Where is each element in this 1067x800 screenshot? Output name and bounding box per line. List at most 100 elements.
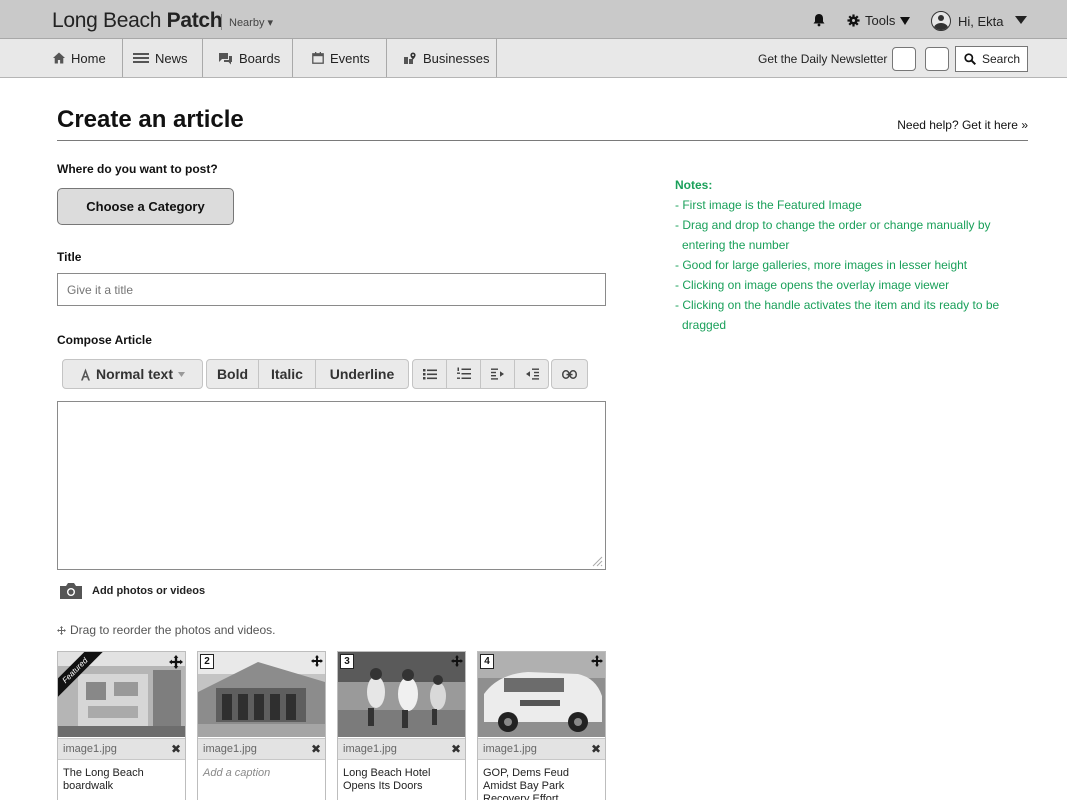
thumbnail-image[interactable]: 2 bbox=[198, 652, 325, 737]
nav-boards[interactable]: Boards bbox=[203, 39, 293, 77]
gallery-item[interactable]: 4 image1.jpg ✖ GOP, Dems Feud Amidst Bay … bbox=[477, 651, 606, 800]
title-input[interactable] bbox=[57, 273, 606, 306]
remove-icon[interactable]: ✖ bbox=[171, 742, 181, 756]
caption-field[interactable]: Add a caption bbox=[203, 767, 321, 780]
remove-icon[interactable]: ✖ bbox=[311, 742, 321, 756]
search-button[interactable]: Search bbox=[955, 46, 1028, 72]
nav-label: Businesses bbox=[423, 50, 490, 66]
thumbnail-image[interactable]: Featured bbox=[58, 652, 185, 737]
remove-icon[interactable]: ✖ bbox=[451, 742, 461, 756]
add-media-label: Add photos or videos bbox=[92, 585, 206, 597]
link-icon bbox=[562, 369, 577, 379]
caret-down-icon bbox=[900, 16, 911, 25]
text-style-dropdown[interactable]: Normal text bbox=[63, 360, 202, 388]
reorder-hint-text: Drag to reorder the photos and videos. bbox=[70, 623, 276, 637]
resize-grip-icon[interactable] bbox=[591, 555, 603, 567]
reorder-hint: Drag to reorder the photos and videos. bbox=[57, 623, 275, 637]
move-icon bbox=[57, 625, 66, 635]
link-group bbox=[551, 359, 588, 389]
tools-menu[interactable]: Tools bbox=[847, 13, 911, 28]
search-icon bbox=[964, 53, 976, 65]
bullet-list-icon bbox=[422, 369, 437, 380]
bullet-list-button[interactable] bbox=[413, 360, 447, 388]
nav-label: News bbox=[155, 50, 188, 66]
user-greeting: Hi, Ekta bbox=[958, 13, 1004, 29]
caption-field[interactable]: Long Beach Hotel Opens Its Doors bbox=[343, 767, 461, 793]
camera-icon bbox=[60, 583, 82, 599]
thumbnail-image[interactable]: 4 bbox=[478, 652, 605, 737]
outdent-icon bbox=[490, 368, 504, 380]
social-button-2[interactable] bbox=[925, 47, 949, 71]
order-number[interactable]: 2 bbox=[200, 654, 214, 669]
thumbnail-image[interactable]: 3 bbox=[338, 652, 465, 737]
user-menu[interactable]: Hi, Ekta bbox=[931, 11, 1004, 31]
drag-handle-icon[interactable] bbox=[169, 655, 183, 669]
nav-label: Events bbox=[330, 50, 370, 66]
site-logo[interactable]: Long Beach Patch bbox=[52, 9, 223, 33]
add-media-button[interactable]: Add photos or videos bbox=[59, 582, 205, 600]
nav-businesses[interactable]: Businesses bbox=[387, 39, 497, 77]
bold-button[interactable]: Bold bbox=[207, 360, 259, 388]
nav-home[interactable]: Home bbox=[0, 39, 123, 77]
title-label: Title bbox=[57, 250, 82, 264]
list-group bbox=[412, 359, 549, 389]
newsletter-link[interactable]: Get the Daily Newsletter bbox=[758, 52, 887, 66]
underline-button[interactable]: Underline bbox=[316, 360, 408, 388]
gallery-item[interactable]: 2 image1.jpg ✖ Add a caption bbox=[197, 651, 326, 800]
compose-label: Compose Article bbox=[57, 333, 152, 347]
numbered-list-icon bbox=[456, 367, 471, 379]
file-name-text: image1.jpg bbox=[483, 743, 537, 755]
menu-lines-icon bbox=[133, 53, 149, 63]
chat-bubbles-icon bbox=[219, 52, 232, 64]
category-question: Where do you want to post? bbox=[57, 162, 218, 176]
nav-events[interactable]: Events bbox=[293, 39, 387, 77]
format-group: Bold Italic Underline bbox=[206, 359, 409, 389]
file-name-text: image1.jpg bbox=[63, 743, 117, 755]
nav-news[interactable]: News bbox=[123, 39, 203, 77]
file-name: image1.jpg ✖ bbox=[198, 738, 325, 760]
italic-button[interactable]: Italic bbox=[259, 360, 316, 388]
drag-handle-icon[interactable] bbox=[451, 655, 463, 667]
main-nav: Home News Boards Events Businesses Get t… bbox=[0, 39, 1067, 78]
outdent-button[interactable] bbox=[481, 360, 515, 388]
user-caret-icon[interactable] bbox=[1015, 16, 1027, 24]
order-number[interactable]: 3 bbox=[340, 654, 354, 669]
map-pin-icon bbox=[404, 52, 416, 64]
indent-button[interactable] bbox=[515, 360, 548, 388]
nearby-dropdown[interactable]: Nearby ▾ bbox=[229, 16, 273, 29]
brand-bold: Patch bbox=[166, 9, 223, 32]
article-body-editor[interactable] bbox=[57, 401, 606, 570]
drag-handle-icon[interactable] bbox=[311, 655, 323, 667]
brand-divider bbox=[221, 14, 222, 30]
home-icon bbox=[53, 52, 65, 64]
notes-title: Notes: bbox=[675, 178, 713, 192]
gallery-item[interactable]: Featured image1.jpg ✖ The Long Beach boar… bbox=[57, 651, 186, 800]
file-name: image1.jpg ✖ bbox=[478, 738, 605, 760]
note-item: - Clicking on image opens the overlay im… bbox=[675, 278, 950, 292]
nav-label: Boards bbox=[239, 50, 281, 66]
caption-field[interactable]: GOP, Dems Feud Amidst Bay Park Recovery … bbox=[483, 767, 601, 800]
choose-category-button[interactable]: Choose a Category bbox=[57, 188, 234, 225]
remove-icon[interactable]: ✖ bbox=[591, 742, 601, 756]
top-bar: Long Beach Patch Nearby ▾ Tools Hi, Ekta bbox=[0, 0, 1067, 39]
help-link[interactable]: Need help? Get it here » bbox=[897, 118, 1028, 132]
note-item: - Drag and drop to change the order or c… bbox=[675, 218, 991, 252]
order-number[interactable]: 4 bbox=[480, 654, 494, 669]
search-label: Search bbox=[982, 52, 1021, 66]
avatar-icon bbox=[931, 11, 951, 31]
text-style-label: Normal text bbox=[95, 366, 174, 382]
file-name: image1.jpg ✖ bbox=[338, 738, 465, 760]
numbered-list-button[interactable] bbox=[447, 360, 481, 388]
drag-handle-icon[interactable] bbox=[591, 655, 603, 667]
social-button-1[interactable] bbox=[892, 47, 916, 71]
file-name: image1.jpg ✖ bbox=[58, 738, 185, 760]
insert-link-button[interactable] bbox=[552, 360, 587, 388]
caption-field[interactable]: The Long Beach boardwalk bbox=[63, 767, 181, 793]
text-style-group: Normal text bbox=[62, 359, 203, 389]
notification-bell-icon[interactable] bbox=[812, 13, 826, 27]
brand-light: Long Beach bbox=[52, 9, 167, 32]
gallery-item[interactable]: 3 image1.jpg ✖ Long Beach Hotel Opens Its… bbox=[337, 651, 466, 800]
notes-panel: Notes: - First image is the Featured Ima… bbox=[675, 175, 1025, 335]
tools-label: Tools bbox=[865, 13, 896, 28]
note-item: - Clicking on the handle activates the i… bbox=[675, 298, 1000, 332]
